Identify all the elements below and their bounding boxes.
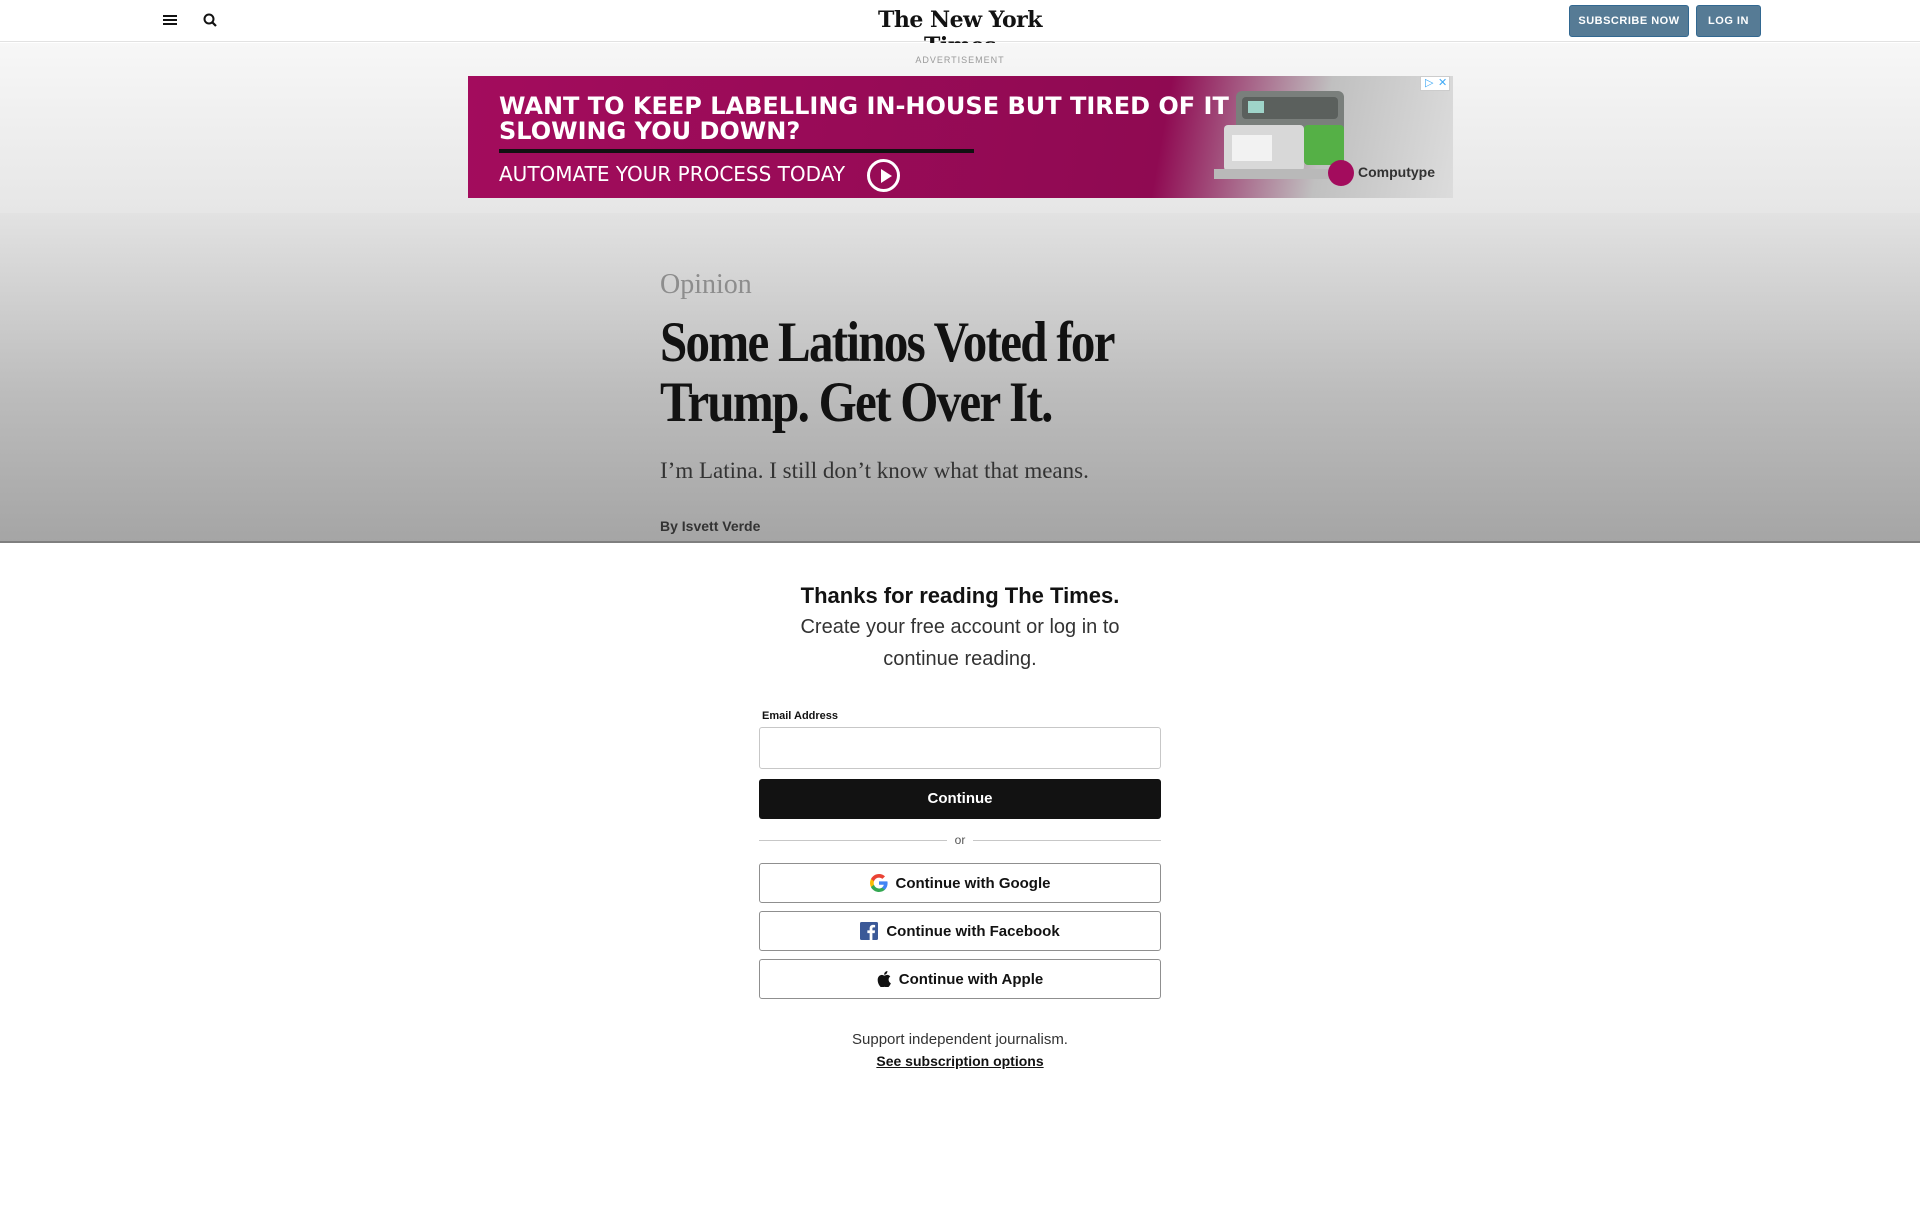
login-button[interactable]: LOG IN [1696,5,1761,37]
site-header: The New York Times SUBSCRIBE NOW LOG IN [0,0,1920,59]
apple-login-label: Continue with Apple [898,970,1044,988]
regiwall-title: Thanks for reading The Times. [800,583,1120,608]
ad-brand-name: Computype [1358,164,1435,180]
support-text: Support independent journalism. [852,1031,1068,1048]
play-icon[interactable] [867,159,900,192]
hero-divider [0,541,1920,543]
facebook-login-button[interactable]: Continue with Facebook [759,911,1161,951]
ad-banner[interactable]: WANT TO KEEP LABELLING IN-HOUSE BUT TIRE… [468,76,1453,198]
regiwall-subtitle: Create your free account or log in to co… [800,616,1120,670]
ad-cta: AUTOMATE YOUR PROCESS TODAY [499,162,846,186]
email-label: Email Address [762,710,839,722]
divider-or: or [954,833,966,847]
search-icon[interactable] [200,10,222,32]
facebook-login-label: Continue with Facebook [886,922,1060,940]
divider-right [973,840,1161,841]
subscription-options-link[interactable]: See subscription options [860,1053,1060,1069]
continue-button[interactable]: Continue [759,779,1161,819]
ad-divider [499,149,974,153]
byline-author[interactable]: Isvett Verde [682,518,761,534]
section-label[interactable]: Opinion [660,269,752,301]
ad-band: ADVERTISEMENT WANT TO KEEP LABELLING IN-… [0,43,1920,213]
byline-prefix: By [660,518,678,534]
apple-icon [877,971,891,987]
byline: By Isvett Verde [660,518,760,534]
divider-left [759,840,947,841]
nyt-logo[interactable]: The New York Times [860,7,1060,59]
brand-logo-icon [1328,160,1354,186]
ad-brand: Computype [1328,160,1443,186]
article-summary: I’m Latina. I still don’t know what that… [660,458,1089,483]
google-icon [869,874,888,892]
article-headline: Some Latinos Voted for Trump. Get Over I… [660,311,1115,434]
ad-choices-icon[interactable]: ▷ ✕ [1420,76,1450,91]
facebook-icon [860,922,879,940]
ad-headline: WANT TO KEEP LABELLING IN-HOUSE BUT TIRE… [499,92,1229,145]
google-login-label: Continue with Google [895,874,1051,892]
subscribe-button[interactable]: SUBSCRIBE NOW [1569,5,1689,37]
article-hero: Opinion Some Latinos Voted for Trump. Ge… [0,213,1920,542]
menu-icon[interactable] [160,13,180,29]
apple-login-button[interactable]: Continue with Apple [759,959,1161,999]
email-field[interactable] [759,727,1161,769]
ad-label: ADVERTISEMENT [915,55,1005,65]
google-login-button[interactable]: Continue with Google [759,863,1161,903]
